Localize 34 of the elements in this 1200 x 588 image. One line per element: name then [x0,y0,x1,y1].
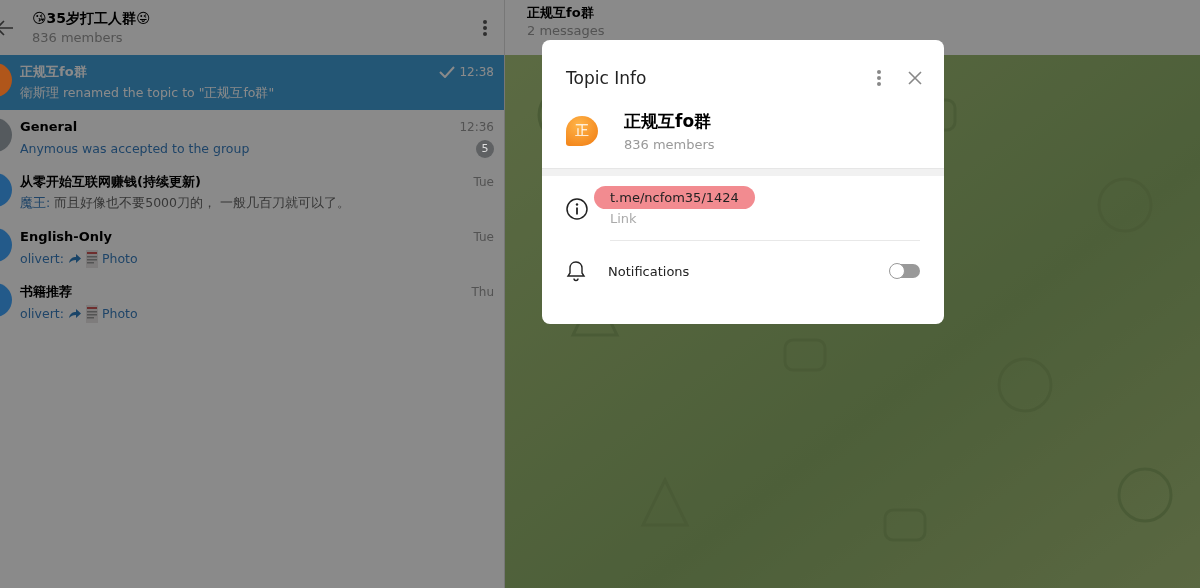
menu-icon[interactable] [482,18,488,37]
unread-count: 5 [476,139,494,158]
sender-name: 魔王: [20,195,51,212]
media-label: Photo [101,251,138,266]
topic-title: 从零开始互联网赚钱(持续更新) [20,172,201,191]
message-preview: Anymous was accepted to the group [20,141,250,156]
menu-icon[interactable] [876,69,882,87]
topic-title: General [20,119,78,134]
topic-title: 正规互fo群 [20,62,87,81]
topic-name: 正规互fo群 [624,110,713,133]
close-icon[interactable] [908,71,922,85]
message-time: 12:38 [459,64,494,79]
forward-icon [67,253,82,264]
forward-icon [67,308,82,319]
sender-name: olivert: [20,251,64,266]
bell-icon [566,260,586,282]
group-title: 😘35岁打工人群😜 [32,10,152,28]
photo-thumbnail-icon [85,249,98,268]
notifications-label: Notifications [608,263,691,279]
link-label: Link [610,211,638,226]
message-preview: 衛斯理 renamed the topic to "正规互fo群" [20,85,275,102]
chat-title: 正规互fo群 [527,5,595,21]
topic-icon: 正 [566,116,598,146]
photo-thumbnail-icon [85,304,98,323]
notifications-toggle[interactable] [890,264,920,278]
topic-title: 书籍推荐 [20,282,72,301]
topic-title: English-Only [20,229,112,244]
sender-name: olivert: [20,306,64,321]
back-icon[interactable] [0,19,14,36]
media-label: Photo [101,306,138,321]
member-count: 836 members [624,137,715,152]
info-icon [566,197,588,220]
topic-link[interactable]: t.me/ncfom35/1424 [594,186,755,209]
dialog-title: Topic Info [566,68,648,88]
